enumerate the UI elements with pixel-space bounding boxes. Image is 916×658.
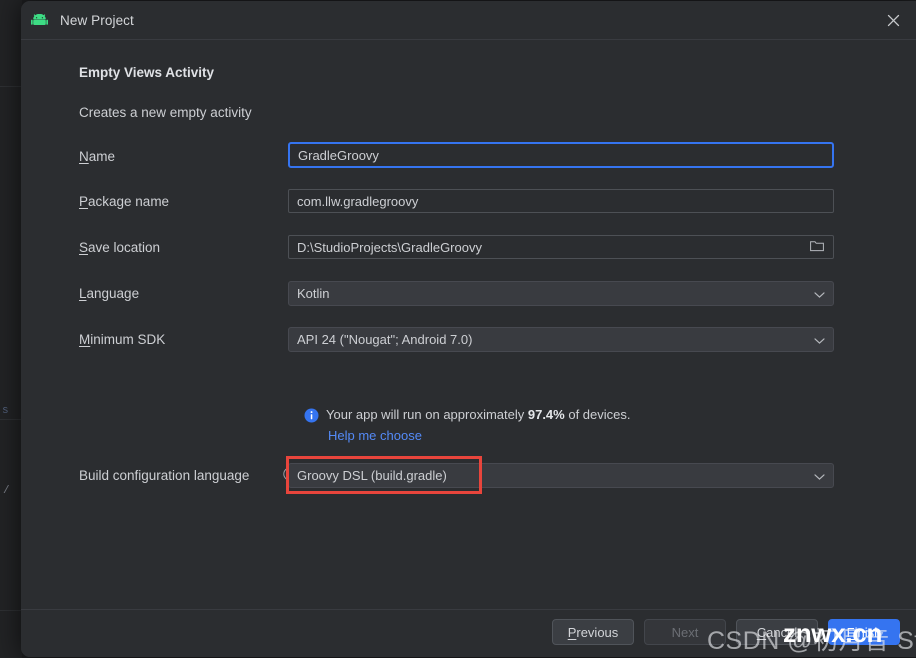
save-location-value: D:\StudioProjects\GradleGroovy bbox=[297, 239, 482, 255]
backdrop-divider bbox=[0, 419, 22, 420]
name-input[interactable]: GradleGroovy bbox=[288, 142, 834, 168]
package-name-input[interactable]: com.llw.gradlegroovy bbox=[288, 189, 834, 213]
backdrop-ghost-text: s bbox=[2, 405, 9, 417]
dialog-title: New Project bbox=[60, 12, 134, 28]
close-icon[interactable] bbox=[870, 1, 916, 39]
language-select-value: Kotlin bbox=[297, 286, 330, 301]
backdrop-divider bbox=[0, 610, 22, 611]
chevron-down-icon bbox=[814, 468, 825, 483]
chevron-down-icon bbox=[814, 286, 825, 301]
label-build-configuration-language: Build configuration language bbox=[79, 468, 250, 483]
label-minimum-sdk: Minimum SDK bbox=[79, 332, 166, 347]
previous-button[interactable]: Previous bbox=[552, 619, 634, 645]
backdrop-strip bbox=[0, 0, 22, 658]
help-me-choose-link[interactable]: Help me choose bbox=[328, 428, 422, 443]
page-subtitle: Creates a new empty activity bbox=[79, 105, 252, 120]
cancel-button[interactable]: Cancel bbox=[736, 619, 818, 645]
name-input-value: GradleGroovy bbox=[298, 147, 379, 163]
folder-icon[interactable] bbox=[810, 240, 824, 255]
build-configuration-language-value: Groovy DSL (build.gradle) bbox=[297, 468, 447, 483]
language-select[interactable]: Kotlin bbox=[288, 281, 834, 306]
next-button: Next bbox=[644, 619, 726, 645]
info-icon bbox=[304, 408, 319, 428]
minimum-sdk-select-value: API 24 ("Nougat"; Android 7.0) bbox=[297, 332, 473, 347]
coverage-percent: 97.4% bbox=[527, 407, 565, 422]
label-save-location: Save location bbox=[79, 240, 161, 255]
dialog-footer: Previous Next Cancel Finish bbox=[21, 609, 916, 657]
new-project-dialog: New Project Empty Views Activity Creates… bbox=[21, 1, 916, 657]
label-package-name: Package name bbox=[79, 194, 170, 209]
label-name: Name bbox=[79, 149, 116, 164]
package-name-value: com.llw.gradlegroovy bbox=[297, 193, 419, 209]
android-robot-icon bbox=[30, 11, 48, 29]
device-coverage-text: Your app will run on approximately 97.4%… bbox=[326, 407, 631, 423]
dialog-button-row: Previous Next Cancel Finish bbox=[552, 619, 900, 645]
device-coverage-info: Your app will run on approximately 97.4%… bbox=[304, 407, 631, 428]
finish-button[interactable]: Finish bbox=[828, 619, 900, 645]
footer-divider bbox=[21, 609, 916, 610]
save-location-input[interactable]: D:\StudioProjects\GradleGroovy bbox=[288, 235, 834, 259]
minimum-sdk-select[interactable]: API 24 ("Nougat"; Android 7.0) bbox=[288, 327, 834, 352]
page-title: Empty Views Activity bbox=[79, 65, 215, 80]
dialog-title-bar: New Project bbox=[21, 1, 916, 40]
chevron-down-icon bbox=[814, 332, 825, 347]
dialog-content: Empty Views Activity Creates a new empty… bbox=[21, 39, 916, 608]
backdrop-divider bbox=[0, 86, 22, 87]
label-language: Language bbox=[79, 286, 140, 301]
build-configuration-language-select[interactable]: Groovy DSL (build.gradle) bbox=[288, 463, 834, 488]
coverage-text-before: Your app will run on approximately bbox=[326, 407, 528, 422]
coverage-text-after: of devices. bbox=[564, 407, 631, 422]
backdrop-ghost-text: / bbox=[3, 485, 10, 497]
